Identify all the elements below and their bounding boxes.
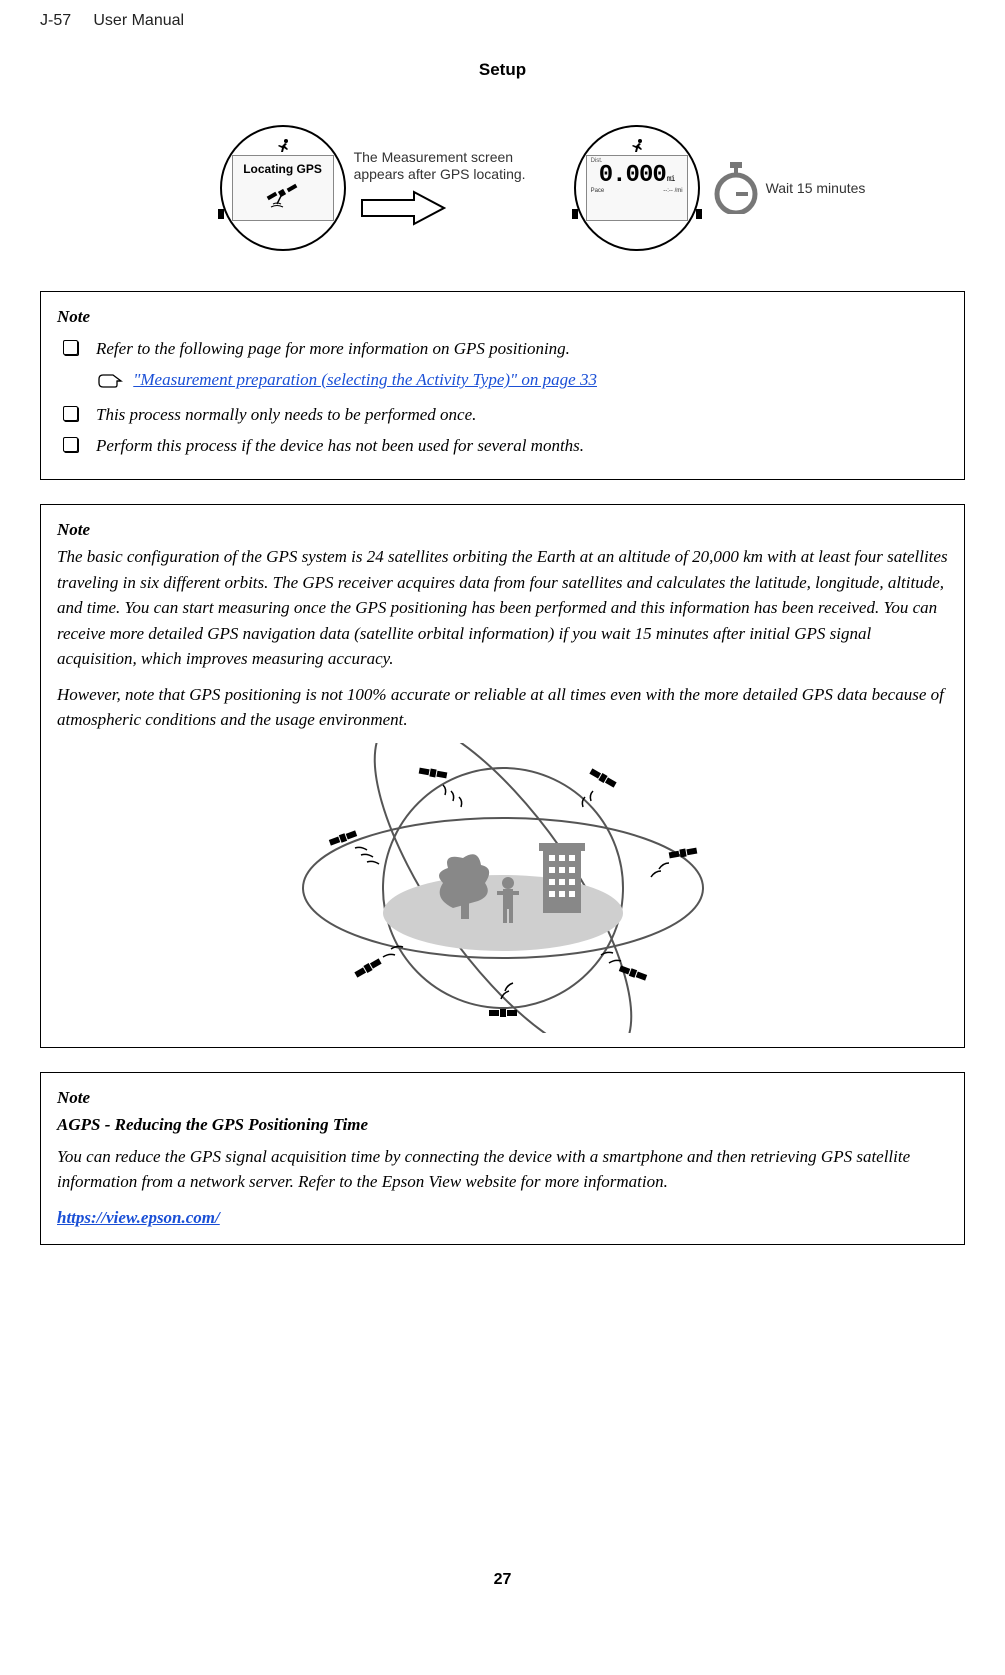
note2-paragraph-2: However, note that GPS positioning is no… bbox=[57, 682, 948, 733]
stopwatch-icon bbox=[714, 162, 758, 214]
bullet-icon bbox=[63, 406, 78, 421]
watch-locating-gps: Locating GPS bbox=[220, 125, 346, 251]
note-title: Note bbox=[57, 517, 948, 543]
satellite-icon bbox=[265, 180, 301, 210]
note2-paragraph-1: The basic configuration of the GPS syste… bbox=[57, 544, 948, 672]
note-title: Note bbox=[57, 1085, 948, 1111]
bullet-icon bbox=[63, 340, 78, 355]
note-title: Note bbox=[57, 304, 948, 330]
page-header: J-57 User Manual bbox=[40, 10, 965, 60]
hand-pointer-icon bbox=[97, 368, 123, 394]
note3-subheading: AGPS - Reducing the GPS Positioning Time bbox=[57, 1112, 948, 1138]
pace-label: Pace bbox=[591, 188, 605, 194]
note-box-1: Note Refer to the following page for mor… bbox=[40, 291, 965, 480]
gps-locating-figure: Locating GPS bbox=[180, 125, 905, 251]
dist-unit: mi bbox=[667, 175, 675, 184]
note1-item-2: This process normally only needs to be p… bbox=[96, 402, 476, 428]
wait-label: Wait 15 minutes bbox=[766, 180, 866, 196]
pace-value: --:-- bbox=[663, 188, 673, 194]
section-title: Setup bbox=[40, 60, 965, 80]
note1-item-3: Perform this process if the device has n… bbox=[96, 433, 584, 459]
note3-body: You can reduce the GPS signal acquisitio… bbox=[57, 1144, 948, 1195]
cross-ref-link[interactable]: "Measurement preparation (selecting the … bbox=[133, 370, 597, 389]
arrow-icon bbox=[360, 188, 446, 228]
runner-icon bbox=[273, 139, 293, 153]
runner-icon bbox=[627, 139, 647, 153]
bullet-icon bbox=[63, 437, 78, 452]
note-box-3: Note AGPS - Reducing the GPS Positioning… bbox=[40, 1072, 965, 1246]
epson-view-link[interactable]: https://view.epson.com/ bbox=[57, 1208, 220, 1227]
gps-satellite-illustration bbox=[57, 743, 948, 1033]
watch-measurement-screen: Dist. 0.000mi Pace --:-- /mi bbox=[574, 125, 700, 251]
locating-gps-label: Locating GPS bbox=[243, 162, 322, 176]
doc-type: User Manual bbox=[93, 12, 184, 29]
note-box-2: Note The basic configuration of the GPS … bbox=[40, 504, 965, 1048]
figure-caption: The Measurement screen appears after GPS… bbox=[354, 149, 554, 184]
page-number: 27 bbox=[0, 1571, 1005, 1589]
note1-item-1: Refer to the following page for more inf… bbox=[96, 336, 570, 362]
dist-value: 0.000 bbox=[599, 162, 666, 189]
pace-unit: /mi bbox=[675, 188, 683, 194]
product-code: J-57 bbox=[40, 12, 71, 29]
stopwatch-figure: Wait 15 minutes bbox=[714, 162, 866, 214]
